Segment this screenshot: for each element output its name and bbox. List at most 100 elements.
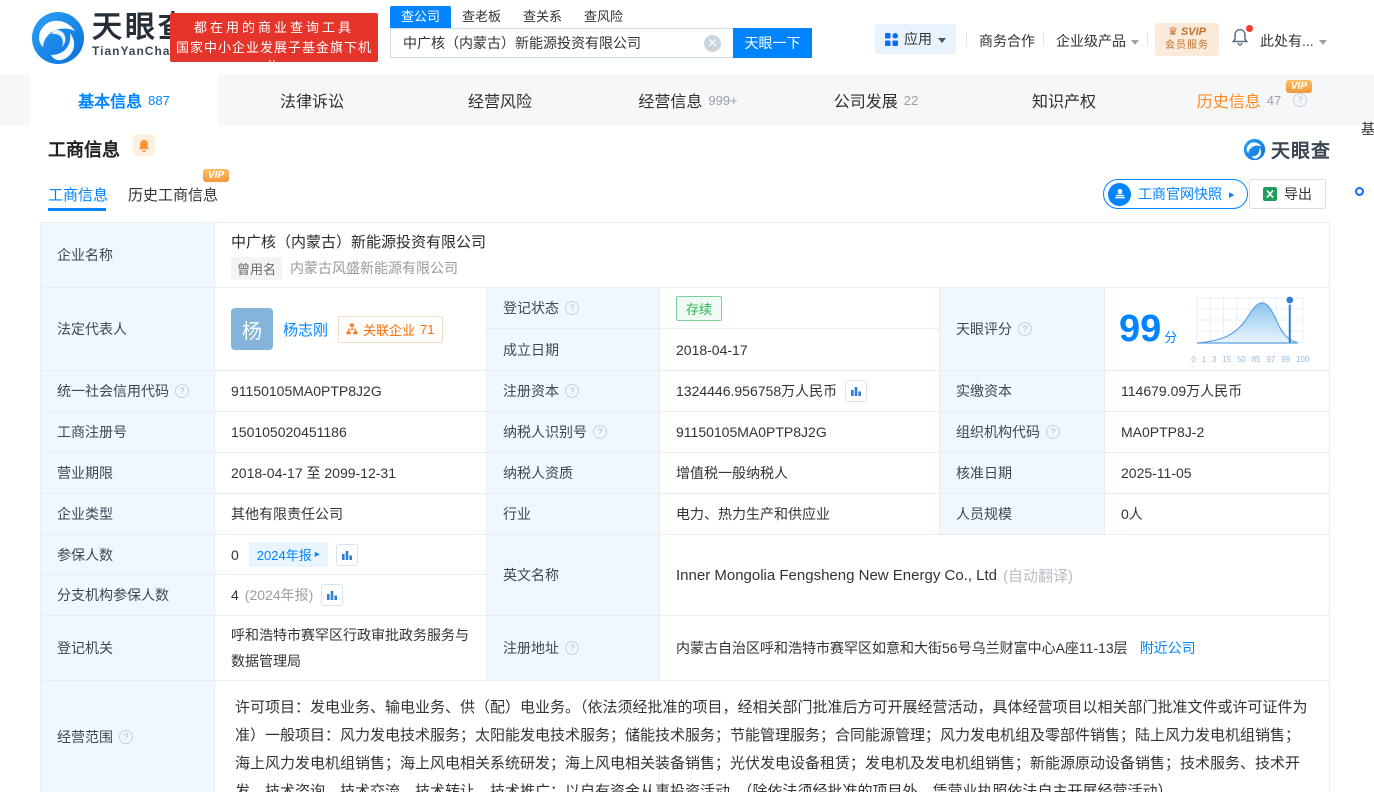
search-tab-risk[interactable]: 查风险 [573, 6, 634, 28]
tianyancha-swirl-icon [30, 10, 86, 66]
help-icon[interactable]: ? [593, 425, 607, 439]
help-icon[interactable]: ? [175, 384, 189, 398]
notification-dot [1246, 25, 1253, 32]
user-menu[interactable]: 此处有... [1260, 31, 1327, 51]
help-icon[interactable]: ? [565, 301, 579, 315]
insured-trend-button[interactable] [336, 544, 358, 566]
former-name-badge: 曾用名 [231, 257, 282, 280]
field-label-reg-capital: 注册资本? [487, 371, 660, 412]
field-value-english-name: Inner Mongolia Fengsheng New Energy Co.,… [660, 535, 1329, 616]
arrow-right-icon: ▸ [1229, 188, 1235, 201]
field-label-reg-status: 登记状态? [487, 288, 660, 329]
annual-report-chip[interactable]: 2024年报 ▸ [249, 542, 328, 567]
business-coop-link[interactable]: 商务合作 [979, 31, 1035, 51]
edge-floating-button[interactable] [1355, 187, 1364, 196]
vip-badge: VIP [1286, 80, 1312, 93]
field-value-tianyan-score: 99 分 01 [1105, 288, 1329, 371]
field-value-staff-size: 0人 [1105, 494, 1329, 535]
section-watermark-logo: 天眼查 [1243, 136, 1331, 163]
field-label-tianyan-score: 天眼评分? [940, 288, 1105, 371]
help-icon[interactable]: ? [1293, 93, 1307, 107]
field-value-approval-date: 2025-11-05 [1105, 453, 1329, 494]
legal-rep-link[interactable]: 杨志刚 [283, 319, 328, 340]
score-value: 99 [1119, 310, 1161, 348]
field-value-taxpayer-id: 91150105MA0PTP8J2G [660, 412, 940, 453]
apps-menu[interactable]: 应用 [875, 24, 956, 54]
field-label-insured-count: 参保人数 [41, 535, 215, 575]
help-icon[interactable]: ? [565, 641, 579, 655]
field-label-staff-size: 人员规模 [940, 494, 1105, 535]
tab-history-info[interactable]: VIP 历史信息47 ? [1158, 75, 1346, 125]
field-label-approval-date: 核准日期 [940, 453, 1105, 494]
capital-trend-button[interactable] [845, 380, 867, 402]
legal-rep-avatar[interactable]: 杨 [231, 308, 273, 350]
excel-icon [1263, 187, 1277, 201]
tab-operation-info[interactable]: 经营信息999+ [594, 75, 782, 125]
apps-label: 应用 [904, 29, 932, 49]
promo-banner: 都在用的商业查询工具 国家中小企业发展子基金旗下机构 [170, 13, 378, 62]
bar-chart-icon [341, 549, 353, 561]
active-subtab-underline [48, 208, 106, 211]
official-snapshot-button[interactable]: 工商官网快照 ▸ [1103, 179, 1248, 209]
search-tab-relation[interactable]: 查关系 [512, 6, 573, 28]
chevron-down-icon [1319, 40, 1327, 45]
notifications-bell[interactable] [1231, 27, 1251, 49]
score-distribution-chart: 01 315 5085 9799 100 [1191, 294, 1311, 364]
field-value-business-term: 2018-04-17 至 2099-12-31 [215, 453, 487, 494]
stamp-icon [1108, 183, 1131, 206]
tianyancha-logo[interactable] [30, 10, 86, 71]
score-axis: 01 315 5085 9799 100 [1191, 356, 1309, 364]
tab-company-development[interactable]: 公司发展22 [782, 75, 970, 125]
status-badge: 存续 [676, 296, 722, 321]
search-tab-company[interactable]: 查公司 [390, 6, 451, 28]
subtab-history-business-info[interactable]: 历史工商信息 [128, 184, 218, 205]
watermark-brand: 天眼查 [1271, 136, 1331, 163]
related-companies-badge[interactable]: 关联企业 71 [338, 316, 442, 343]
help-icon[interactable]: ? [565, 384, 579, 398]
help-icon[interactable]: ? [1046, 425, 1060, 439]
edge-anchor-basic-info[interactable]: 基 [1361, 119, 1374, 139]
field-label-credit-code: 统一社会信用代码? [41, 371, 215, 412]
tianyancha-swirl-icon [1243, 138, 1266, 161]
field-label-establish-date: 成立日期 [487, 329, 660, 371]
field-label-branch-insured-count: 分支机构参保人数 [41, 575, 215, 616]
search-area: 查公司 查老板 查关系 查风险 天眼一下 ✕ [390, 5, 812, 58]
help-icon[interactable]: ? [119, 730, 133, 744]
branch-insured-trend-button[interactable] [321, 584, 343, 606]
field-value-credit-code: 91150105MA0PTP8J2G [215, 371, 487, 412]
tab-operation-risk[interactable]: 经营风险 [406, 75, 594, 125]
search-input[interactable] [390, 28, 733, 58]
tab-legal-litigation[interactable]: 法律诉讼 [218, 75, 406, 125]
divider [1043, 32, 1044, 46]
help-icon[interactable]: ? [1018, 322, 1032, 336]
field-value-business-scope: 许可项目：发电业务、输电业务、供（配）电业务。（依法须经批准的项目，经相关部门批… [215, 681, 1329, 792]
export-button[interactable]: 导出 [1249, 179, 1326, 209]
svip-member-service[interactable]: ♛ SVIP 会员服务 [1155, 23, 1219, 56]
subtab-business-info[interactable]: 工商信息 [48, 184, 108, 205]
field-label-company-type: 企业类型 [41, 494, 215, 535]
company-tab-bar: 基本信息887 法律诉讼 经营风险 经营信息999+ 公司发展22 知识产权 V… [0, 75, 1374, 125]
tab-basic-info[interactable]: 基本信息887 [30, 75, 218, 125]
nearby-companies-link[interactable]: 附近公司 [1140, 638, 1196, 658]
field-value-company-type: 其他有限责任公司 [215, 494, 487, 535]
enterprise-product-menu[interactable]: 企业级产品 [1056, 31, 1139, 51]
field-label-company-name: 企业名称 [41, 223, 215, 288]
field-label-business-term: 营业期限 [41, 453, 215, 494]
arrow-right-icon: ▸ [315, 549, 320, 560]
clear-search-icon[interactable]: ✕ [704, 35, 721, 52]
bar-chart-icon [850, 385, 862, 397]
vip-badge: VIP [203, 169, 229, 182]
tab-intellectual-property[interactable]: 知识产权 [970, 75, 1158, 125]
field-label-taxpayer-id: 纳税人识别号? [487, 412, 660, 453]
chevron-down-icon [938, 38, 946, 43]
search-button[interactable]: 天眼一下 [733, 28, 812, 58]
field-label-reg-address: 注册地址? [487, 616, 660, 681]
promo-line1: 都在用的商业查询工具 [170, 18, 378, 38]
top-header: 天眼查 TianYanCha.com 都在用的商业查询工具 国家中小企业发展子基… [0, 0, 1374, 75]
field-value-legal-rep: 杨 杨志刚 关联企业 71 [215, 288, 487, 371]
bar-chart-icon [326, 589, 338, 601]
search-tab-boss[interactable]: 查老板 [451, 6, 512, 28]
monitor-bell-button[interactable] [133, 134, 155, 156]
field-value-industry: 电力、热力生产和供应业 [660, 494, 940, 535]
field-value-org-code: MA0PTP8J-2 [1105, 412, 1329, 453]
